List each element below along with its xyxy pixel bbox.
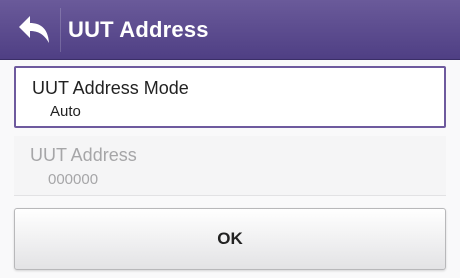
uut-address-value: 000000 [48, 171, 99, 188]
uut-address-setting: UUT Address 000000 [14, 136, 446, 196]
page-title: UUT Address [68, 17, 209, 42]
uut-address-screen: UUT Address UUT Address Mode Auto UUT Ad… [0, 0, 460, 278]
ok-button[interactable]: OK [14, 208, 446, 270]
header-divider [60, 8, 61, 52]
back-button[interactable] [12, 8, 56, 52]
uut-address-mode-label: UUT Address Mode [32, 78, 189, 98]
title-bar: UUT Address [0, 0, 460, 60]
uut-address-label: UUT Address [30, 145, 137, 165]
uut-address-mode-value: Auto [50, 103, 81, 120]
uut-address-mode-setting[interactable]: UUT Address Mode Auto [14, 66, 446, 128]
back-arrow-icon [19, 16, 49, 43]
